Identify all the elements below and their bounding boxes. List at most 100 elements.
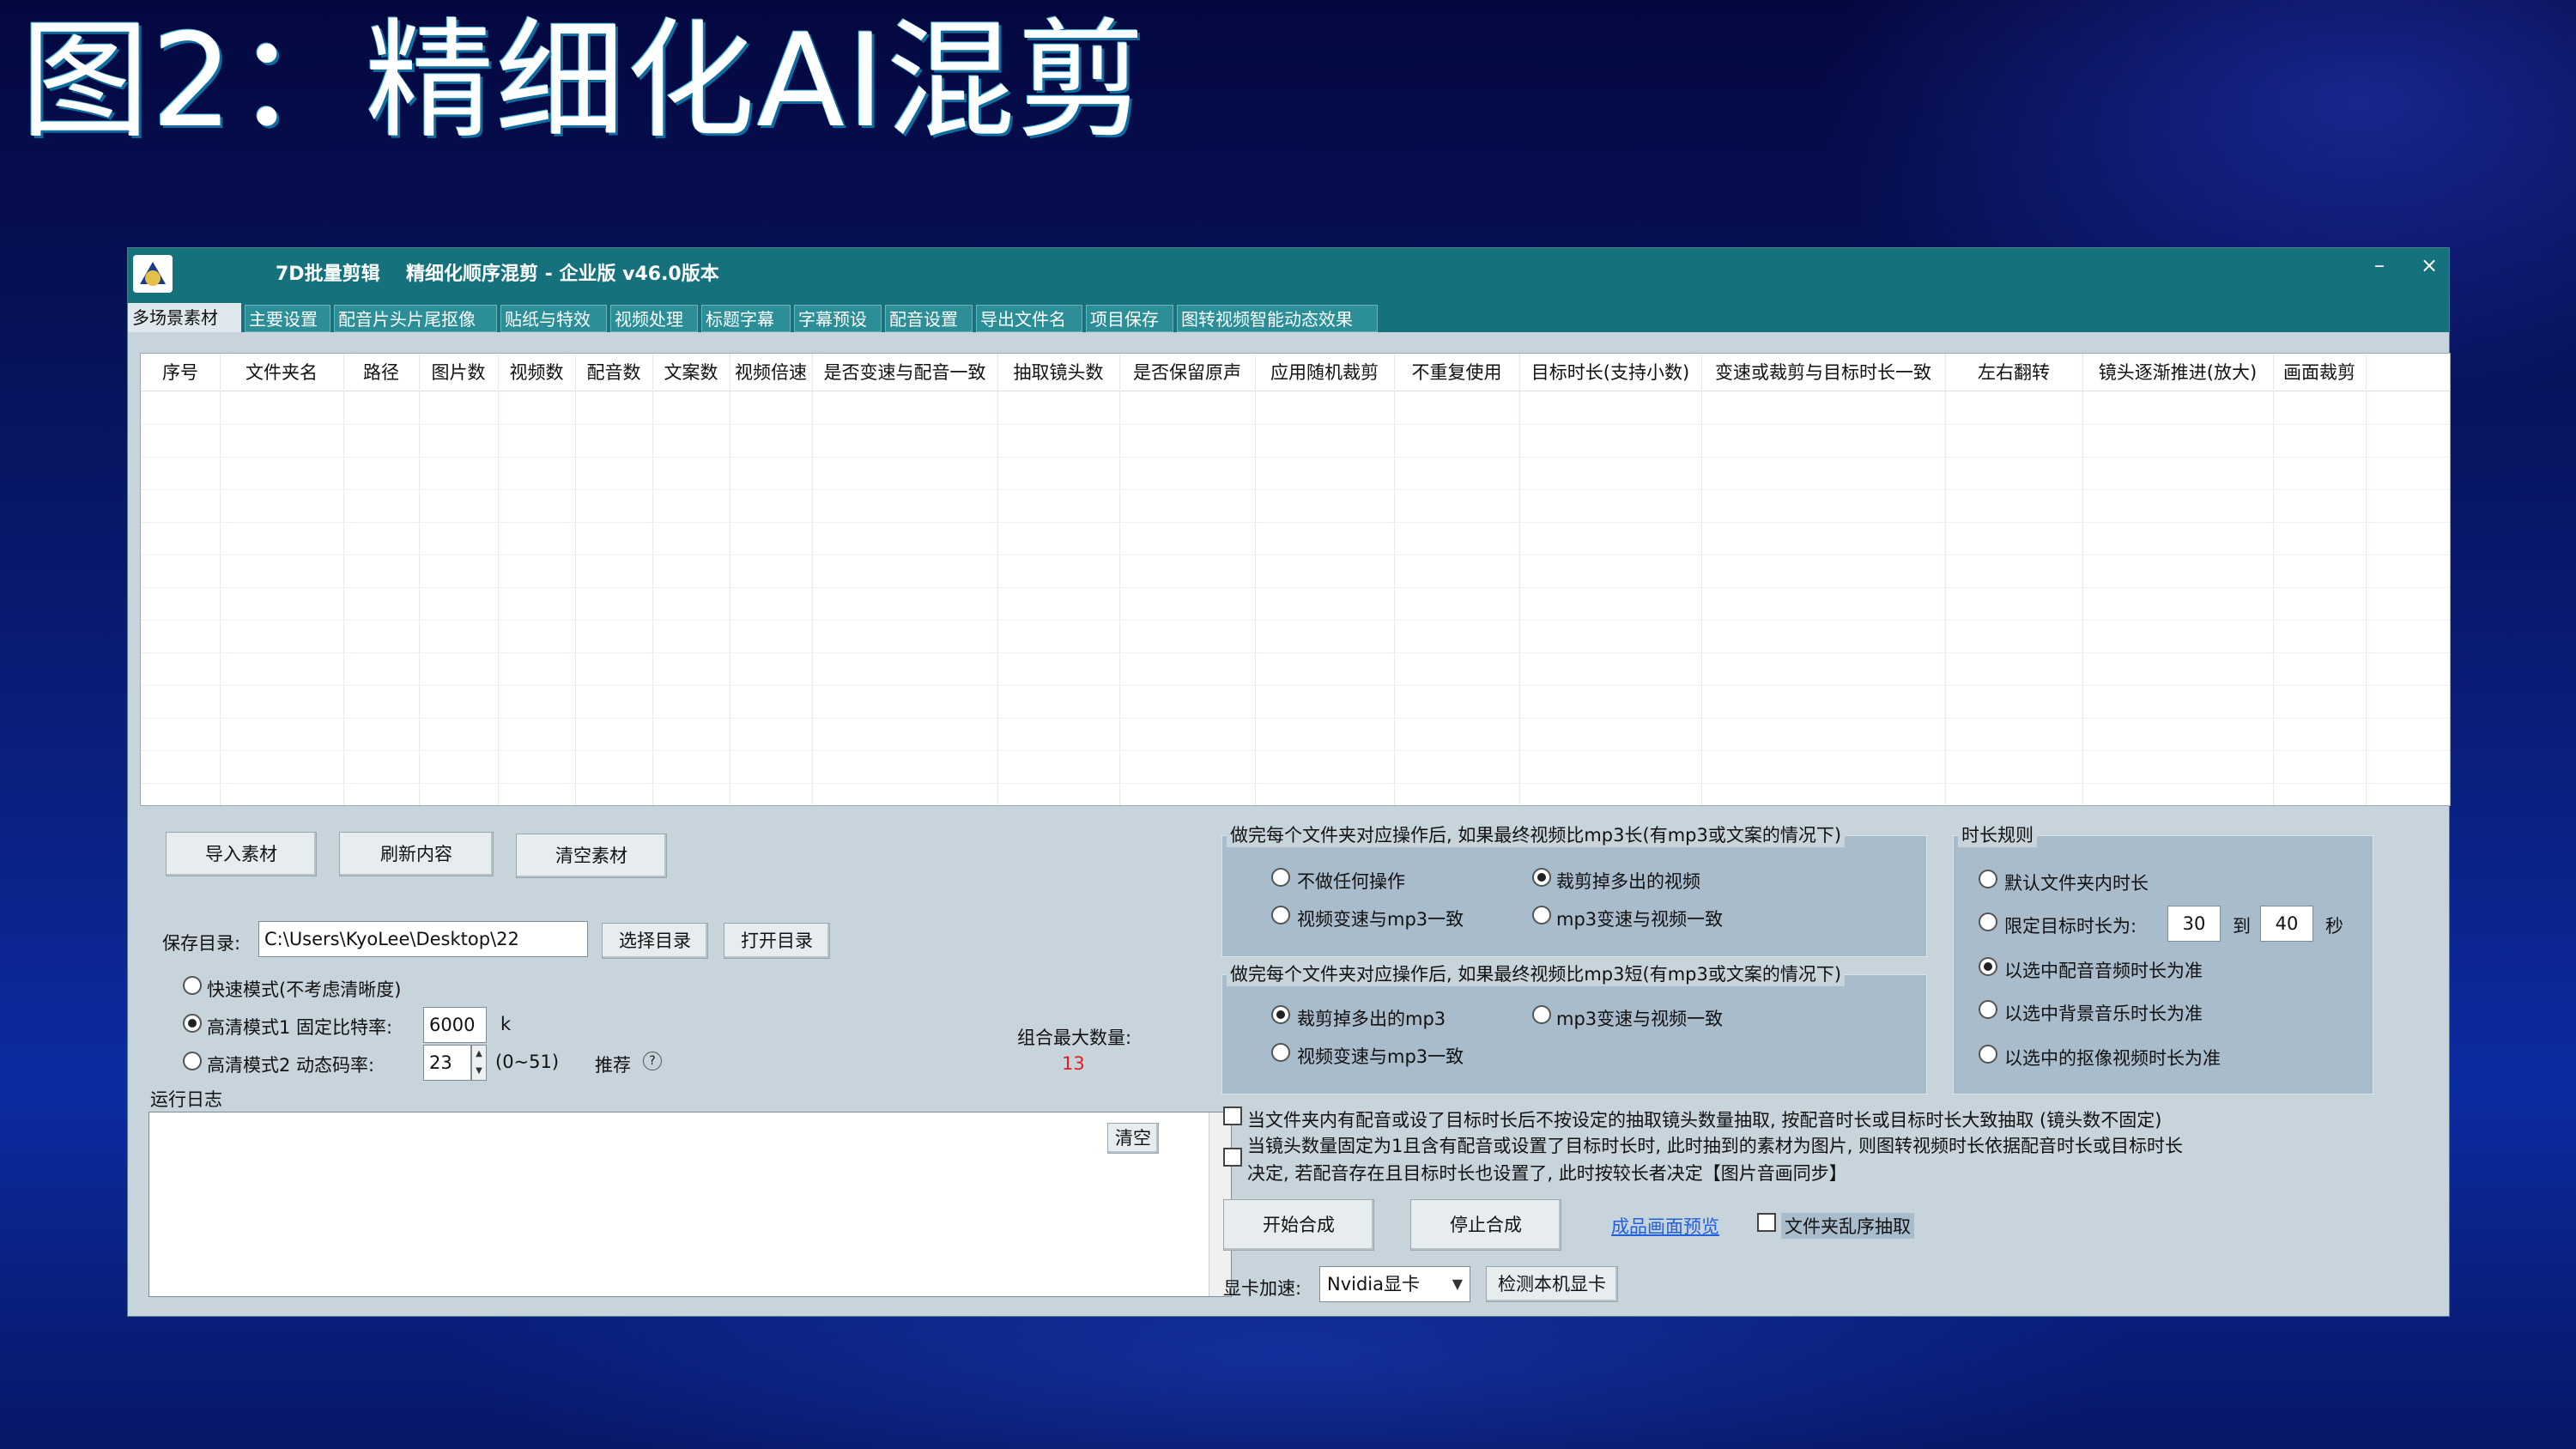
longer-speed-radio[interactable] — [1271, 906, 1290, 925]
detect-gpu-button[interactable]: 检测本机显卡 — [1486, 1266, 1618, 1302]
bitrate-input[interactable]: 6000 — [423, 1007, 487, 1043]
crf-range: (0~51) — [495, 1052, 560, 1072]
shorter-mp3-radio[interactable] — [1532, 1005, 1551, 1024]
import-material-button[interactable]: 导入素材 — [166, 832, 317, 876]
col-header[interactable]: 视频倍速 — [730, 354, 812, 391]
save-dir-input[interactable]: C:\Users\KyoLee\Desktop\22 — [258, 921, 588, 957]
crf-input[interactable]: 23 — [423, 1045, 471, 1081]
longer-cut-label: 裁剪掉多出的视频 — [1556, 871, 1700, 892]
combo-max-value: 13 — [1062, 1053, 1085, 1074]
slide-title: 图2：精细化AI混剪 — [21, 7, 1148, 156]
image-av-sync-checkbox[interactable] — [1223, 1148, 1242, 1167]
image-av-sync-label-2: 决定, 若配音存在且目标时长也设置了, 此时按较长者决定【图片音画同步】 — [1247, 1163, 1847, 1184]
tab-subtitle-preset[interactable]: 字幕预设 — [794, 305, 882, 332]
duration-group-title: 时长规则 — [1958, 823, 2037, 847]
longer-mp3-radio[interactable] — [1532, 906, 1551, 925]
duration-unit: 秒 — [2325, 916, 2343, 937]
col-header[interactable]: 抽取镜头数 — [997, 354, 1119, 391]
tab-project-save[interactable]: 项目保存 — [1086, 305, 1173, 332]
longer-cut-radio[interactable] — [1532, 868, 1551, 887]
duration-to-input[interactable]: 40 — [2260, 906, 2313, 942]
hd-mode1-radio[interactable] — [183, 1014, 202, 1033]
minimize-button[interactable]: – — [2358, 248, 2401, 282]
col-header[interactable]: 图片数 — [419, 354, 498, 391]
longer-mp3-label: mp3变速与视频一致 — [1556, 909, 1724, 930]
shorter-speed-radio[interactable] — [1271, 1043, 1290, 1062]
stop-compose-button[interactable]: 停止合成 — [1410, 1199, 1561, 1251]
run-log[interactable]: 清空 — [148, 1112, 1232, 1297]
col-header[interactable]: 镜头逐渐推进(放大) — [2082, 354, 2273, 391]
shorter-cut-radio[interactable] — [1271, 1005, 1290, 1024]
auto-extract-checkbox[interactable] — [1223, 1106, 1242, 1125]
fast-mode-label: 快速模式(不考虑清晰度) — [207, 979, 402, 1000]
crf-stepper[interactable]: ▲ ▼ — [471, 1045, 487, 1081]
gpu-select[interactable]: Nvidia显卡 ▼ — [1319, 1266, 1470, 1302]
shuffle-folder-label: 文件夹乱序抽取 — [1781, 1213, 1914, 1239]
save-dir-label: 保存目录: — [162, 933, 241, 954]
combo-max-label: 组合最大数量: — [1017, 1028, 1132, 1048]
material-table[interactable]: 序号 文件夹名 路径 图片数 视频数 配音数 文案数 视频倍速 是否变速与配音一… — [140, 353, 2451, 806]
image-av-sync-label-1: 当镜头数量固定为1且含有配音或设置了目标时长时, 此时抽到的素材为图片, 则图转… — [1247, 1136, 2184, 1156]
preview-link[interactable]: 成品画面预览 — [1611, 1213, 1719, 1239]
col-header[interactable]: 视频数 — [498, 354, 575, 391]
col-header[interactable]: 是否变速与配音一致 — [812, 354, 997, 391]
app-name: 7D批量剪辑 — [276, 264, 380, 285]
shorter-than-mp3-group — [1221, 974, 1927, 1094]
app-logo-icon — [133, 255, 173, 293]
tab-video-processing[interactable]: 视频处理 — [610, 305, 698, 332]
hd-mode2-radio[interactable] — [183, 1052, 202, 1070]
duration-voice-label: 以选中配音音频时长为准 — [2004, 961, 2203, 981]
shorter-speed-label: 视频变速与mp3一致 — [1297, 1046, 1464, 1067]
tab-stickers-effects[interactable]: 贴纸与特效 — [500, 305, 607, 332]
tab-multi-scene[interactable]: 多场景素材 — [128, 303, 241, 332]
col-header[interactable]: 路径 — [343, 354, 419, 391]
help-icon[interactable]: ? — [643, 1052, 662, 1070]
duration-bgm-radio[interactable] — [1979, 1000, 1997, 1019]
choose-dir-button[interactable]: 选择目录 — [602, 923, 708, 959]
tab-title-subtitle[interactable]: 标题字幕 — [701, 305, 791, 332]
longer-none-label: 不做任何操作 — [1297, 871, 1405, 892]
shorter-group-title: 做完每个文件夹对应操作后, 如果最终视频比mp3短(有mp3或文案的情况下) — [1227, 962, 1846, 986]
table-header: 序号 文件夹名 路径 图片数 视频数 配音数 文案数 视频倍速 是否变速与配音一… — [141, 354, 2450, 391]
col-header[interactable]: 文案数 — [652, 354, 730, 391]
chevron-down-icon: ▼ — [1452, 1276, 1463, 1292]
col-header[interactable]: 序号 — [141, 354, 220, 391]
tab-main-settings[interactable]: 主要设置 — [245, 305, 330, 332]
refresh-content-button[interactable]: 刷新内容 — [339, 832, 494, 876]
duration-from-input[interactable]: 30 — [2167, 906, 2221, 942]
shuffle-folder-checkbox[interactable] — [1757, 1213, 1776, 1232]
col-header[interactable]: 文件夹名 — [220, 354, 343, 391]
fast-mode-radio[interactable] — [183, 976, 202, 995]
col-header[interactable]: 配音数 — [575, 354, 652, 391]
shorter-cut-label: 裁剪掉多出的mp3 — [1297, 1009, 1446, 1029]
longer-than-mp3-group — [1221, 835, 1927, 957]
open-dir-button[interactable]: 打开目录 — [724, 923, 830, 959]
duration-limit-radio[interactable] — [1979, 912, 1997, 931]
col-header[interactable]: 画面裁剪 — [2273, 354, 2366, 391]
duration-limit-label: 限定目标时长为: — [2004, 916, 2137, 937]
duration-voice-radio[interactable] — [1979, 957, 1997, 976]
clear-material-button[interactable]: 清空素材 — [516, 834, 667, 878]
tab-voice-settings[interactable]: 配音设置 — [885, 305, 973, 332]
hd-mode1-label: 高清模式1 固定比特率: — [207, 1017, 393, 1038]
col-header[interactable]: 不重复使用 — [1394, 354, 1519, 391]
duration-default-label: 默认文件夹内时长 — [2004, 873, 2149, 894]
bitrate-unit: k — [500, 1014, 512, 1034]
tab-image-to-video[interactable]: 图转视频智能动态效果 — [1177, 305, 1378, 332]
close-button[interactable]: × — [2408, 248, 2451, 282]
duration-default-radio[interactable] — [1979, 870, 1997, 888]
col-header[interactable]: 是否保留原声 — [1119, 354, 1255, 391]
col-header[interactable]: 目标时长(支持小数) — [1519, 354, 1701, 391]
tab-voice-intro-outro[interactable]: 配音片头片尾抠像 — [334, 305, 497, 332]
longer-none-radio[interactable] — [1271, 868, 1290, 887]
duration-matte-label: 以选中的抠像视频时长为准 — [2004, 1048, 2221, 1069]
col-header[interactable]: 应用随机裁剪 — [1255, 354, 1394, 391]
duration-matte-radio[interactable] — [1979, 1045, 1997, 1064]
auto-extract-label: 当文件夹内有配音或设了目标时长后不按设定的抽取镜头数量抽取, 按配音时长或目标时… — [1247, 1110, 2162, 1131]
col-header[interactable]: 左右翻转 — [1945, 354, 2082, 391]
col-header[interactable]: 变速或裁剪与目标时长一致 — [1701, 354, 1945, 391]
tab-export-filename[interactable]: 导出文件名 — [976, 305, 1082, 332]
log-clear-button[interactable]: 清空 — [1107, 1123, 1159, 1154]
title-bar: 7D批量剪辑 精细化顺序混剪 - 企业版 v46.0版本 – × — [128, 248, 2449, 301]
start-compose-button[interactable]: 开始合成 — [1223, 1199, 1374, 1251]
